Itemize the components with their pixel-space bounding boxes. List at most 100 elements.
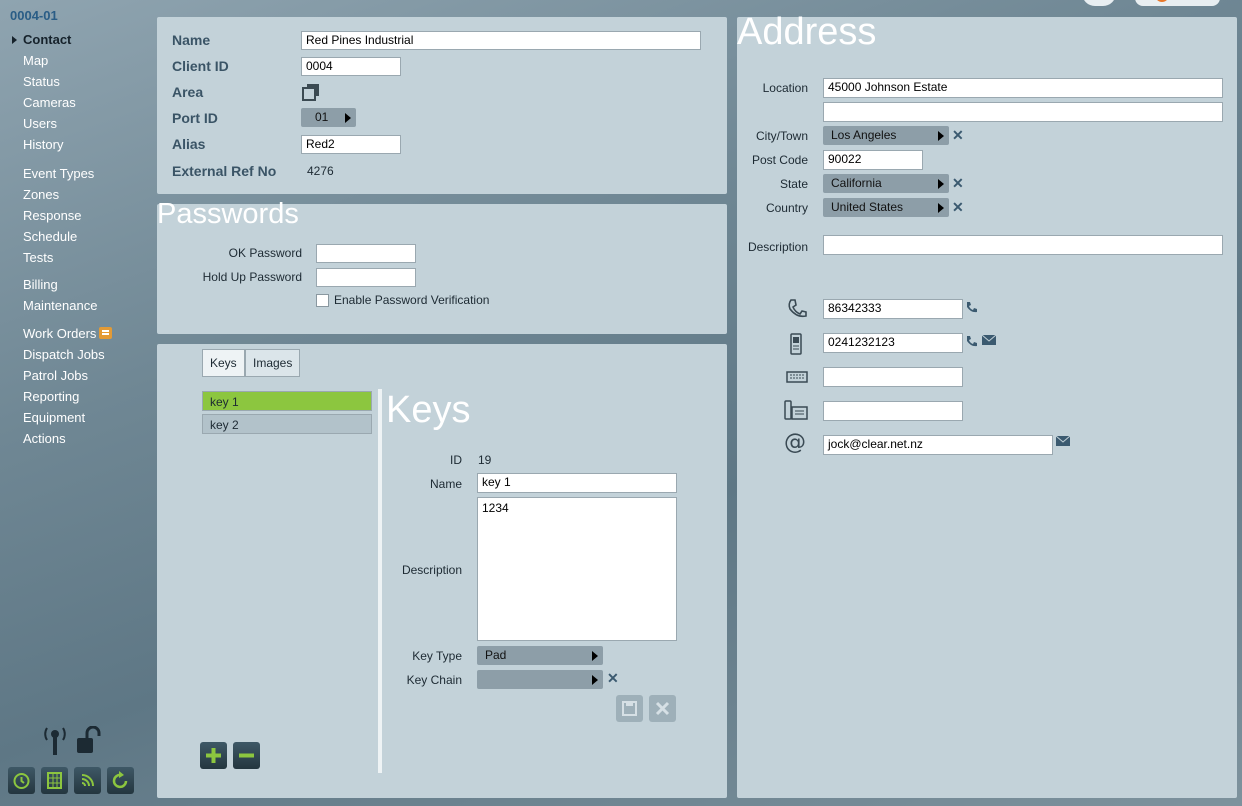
key-chain-clear-icon[interactable]: ✕ bbox=[607, 670, 619, 687]
list-item-key-1[interactable]: key 1 bbox=[202, 391, 372, 411]
sidebar-item-actions[interactable]: Actions bbox=[23, 431, 66, 446]
sidebar-item-billing[interactable]: Billing bbox=[23, 277, 58, 292]
port-id-select[interactable]: 01 bbox=[301, 108, 356, 127]
city-value: Los Angeles bbox=[831, 128, 897, 142]
alias-input[interactable]: Red2 bbox=[301, 135, 401, 154]
key-id-label: ID bbox=[450, 453, 462, 467]
key-chain-select[interactable] bbox=[477, 670, 603, 689]
key-name-label: Name bbox=[429, 477, 462, 491]
call-mobile-icon[interactable] bbox=[965, 334, 979, 348]
status-dot-icon bbox=[1155, 0, 1169, 2]
verify-label: Enable Password Verification bbox=[334, 293, 490, 307]
key-id-value: 19 bbox=[478, 453, 492, 467]
ok-password-input[interactable] bbox=[316, 244, 416, 263]
phone-icon bbox=[788, 299, 807, 318]
desk-phone-icon bbox=[784, 400, 808, 420]
refresh-button[interactable] bbox=[107, 767, 134, 794]
state-select[interactable]: California bbox=[823, 174, 949, 193]
unlock-icon[interactable] bbox=[75, 726, 103, 756]
remove-key-button[interactable] bbox=[233, 742, 260, 769]
description-input[interactable] bbox=[823, 235, 1223, 255]
sidebar-item-map[interactable]: Map bbox=[23, 53, 48, 68]
top-round-button[interactable] bbox=[1082, 0, 1116, 6]
sms-mail-icon[interactable] bbox=[981, 334, 997, 346]
tab-images[interactable]: Images bbox=[245, 349, 301, 377]
triangle-right-icon bbox=[938, 131, 944, 141]
key-name-input[interactable]: key 1 bbox=[477, 473, 677, 493]
client-id-input[interactable]: 0004 bbox=[301, 57, 401, 76]
postcode-label: Post Code bbox=[751, 153, 808, 167]
passwords-panel: Passwords OK Password Hold Up Password E… bbox=[157, 198, 727, 334]
sidebar-item-dispatch-jobs[interactable]: Dispatch Jobs bbox=[23, 347, 105, 362]
active-caret-icon bbox=[12, 36, 17, 44]
sidebar-item-event-types[interactable]: Event Types bbox=[23, 166, 94, 181]
city-select[interactable]: Los Angeles bbox=[823, 126, 949, 145]
holdup-password-label: Hold Up Password bbox=[202, 270, 302, 284]
cancel-button[interactable] bbox=[649, 695, 676, 722]
signal-button[interactable] bbox=[74, 767, 101, 794]
sidebar-item-contact[interactable]: Contact bbox=[23, 32, 71, 47]
mobile-input[interactable]: 0241232123 bbox=[823, 333, 963, 353]
name-label: Name bbox=[172, 32, 211, 48]
key-type-select[interactable]: Pad bbox=[477, 646, 603, 665]
sidebar-item-response[interactable]: Response bbox=[23, 208, 82, 223]
account-id: 0004-01 bbox=[10, 8, 58, 23]
add-key-button[interactable] bbox=[200, 742, 227, 769]
postcode-input[interactable]: 90022 bbox=[823, 150, 923, 170]
country-value: United States bbox=[831, 200, 904, 214]
alarm-clock-button[interactable] bbox=[8, 767, 35, 794]
sidebar-item-tests[interactable]: Tests bbox=[23, 250, 53, 265]
ext-ref-label: External Ref No bbox=[172, 163, 277, 179]
key-description-label: Description bbox=[401, 563, 462, 577]
phone-input[interactable]: 86342333 bbox=[823, 299, 963, 319]
email-input[interactable]: jock@clear.net.nz bbox=[823, 435, 1053, 455]
location-label: Location bbox=[762, 81, 808, 95]
other-phone-input[interactable] bbox=[823, 401, 963, 421]
sidebar-item-users[interactable]: Users bbox=[23, 116, 57, 131]
name-input[interactable]: Red Pines Industrial bbox=[301, 31, 701, 50]
city-clear-icon[interactable]: ✕ bbox=[952, 127, 964, 144]
port-id-label: Port ID bbox=[172, 110, 218, 126]
sidebar-item-status[interactable]: Status bbox=[23, 74, 60, 89]
area-select-icon[interactable] bbox=[301, 82, 321, 102]
sidebar-item-work-orders[interactable]: Work Orders bbox=[23, 326, 113, 341]
address-panel: Address Location 45000 Johnson Estate Ci… bbox=[737, 11, 1237, 798]
key-description-textarea[interactable]: 1234 bbox=[477, 497, 677, 641]
triangle-right-icon bbox=[592, 651, 598, 661]
port-id-value: 01 bbox=[315, 110, 329, 124]
verify-checkbox[interactable] bbox=[316, 294, 329, 307]
passwords-title: Passwords bbox=[157, 198, 299, 230]
sidebar-item-equipment[interactable]: Equipment bbox=[23, 410, 85, 425]
ok-password-label: OK Password bbox=[228, 246, 302, 260]
list-item-key-2[interactable]: key 2 bbox=[202, 414, 372, 434]
holdup-password-input[interactable] bbox=[316, 268, 416, 287]
location-input[interactable]: 45000 Johnson Estate bbox=[823, 78, 1223, 98]
location-line2-input[interactable] bbox=[823, 102, 1223, 122]
sidebar-item-maintenance[interactable]: Maintenance bbox=[23, 298, 97, 313]
refresh-icon bbox=[112, 771, 128, 789]
country-select[interactable]: United States bbox=[823, 198, 949, 217]
building-button[interactable] bbox=[41, 767, 68, 794]
divider bbox=[378, 389, 382, 773]
contact-panel: Name Red Pines Industrial Client ID 0004… bbox=[157, 17, 727, 194]
antenna-icon[interactable] bbox=[42, 724, 68, 756]
sidebar-item-schedule[interactable]: Schedule bbox=[23, 229, 77, 244]
call-phone-icon[interactable] bbox=[965, 300, 979, 314]
state-label: State bbox=[779, 177, 808, 191]
address-title: Address bbox=[737, 11, 877, 53]
tab-keys[interactable]: Keys bbox=[202, 349, 245, 377]
save-button[interactable] bbox=[616, 695, 643, 722]
key-type-label: Key Type bbox=[412, 649, 462, 663]
sidebar-item-patrol-jobs[interactable]: Patrol Jobs bbox=[23, 368, 88, 383]
top-pill-button[interactable] bbox=[1135, 0, 1220, 6]
sidebar-item-zones[interactable]: Zones bbox=[23, 187, 59, 202]
keys-panel: Keys Images key 1 key 2 Keys ID 19 Name … bbox=[157, 344, 727, 798]
edit-note-icon[interactable] bbox=[99, 327, 113, 339]
sidebar-item-reporting[interactable]: Reporting bbox=[23, 389, 79, 404]
country-clear-icon[interactable]: ✕ bbox=[952, 199, 964, 216]
sidebar-item-cameras[interactable]: Cameras bbox=[23, 95, 76, 110]
sidebar-item-history[interactable]: History bbox=[23, 137, 63, 152]
send-email-icon[interactable] bbox=[1055, 435, 1071, 447]
state-clear-icon[interactable]: ✕ bbox=[952, 175, 964, 192]
fax-input[interactable] bbox=[823, 367, 963, 387]
